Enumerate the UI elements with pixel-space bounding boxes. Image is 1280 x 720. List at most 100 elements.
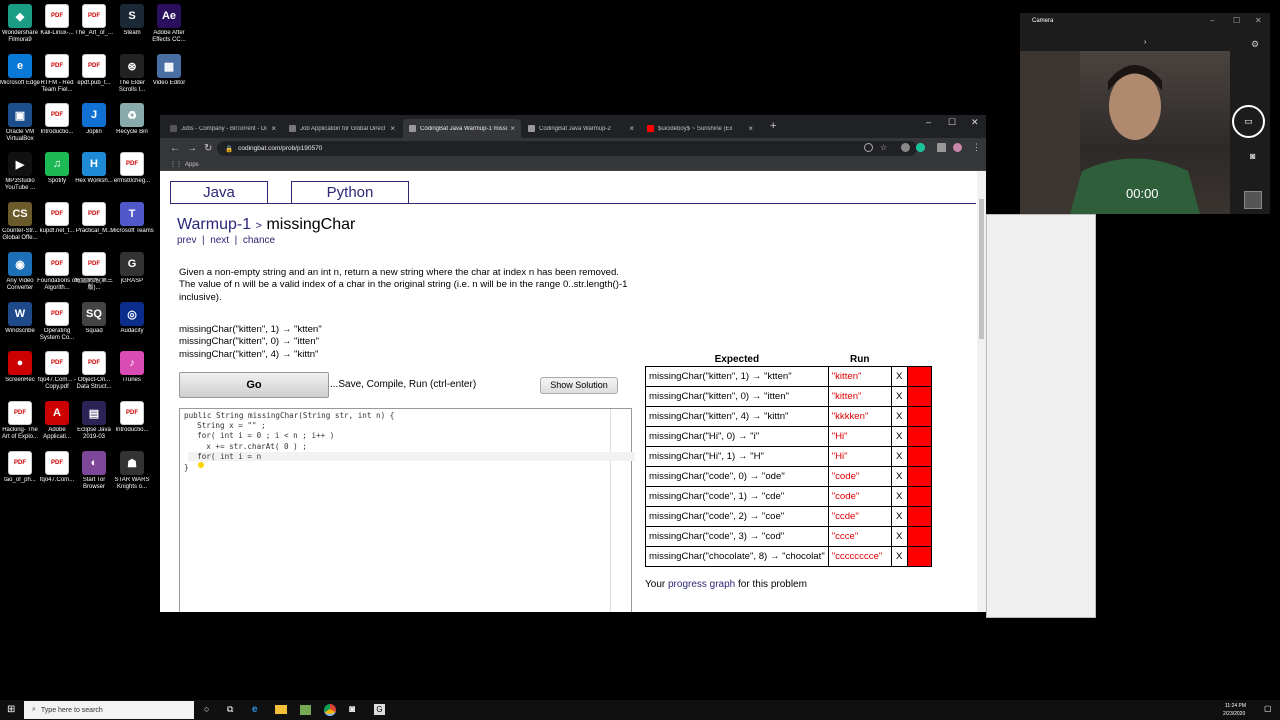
desktop-shortcut[interactable]: PDF Operating System Co...: [37, 302, 77, 342]
tab-close-icon[interactable]: ×: [271, 124, 276, 133]
tab-close-icon[interactable]: ×: [510, 124, 515, 133]
file-explorer-icon[interactable]: [275, 705, 287, 714]
next-link[interactable]: next: [210, 235, 229, 246]
desktop-shortcut[interactable]: PDF 電腦網路(第三版)...: [74, 252, 114, 292]
desktop-shortcut[interactable]: ▣ Oracle VM VirtualBox: [0, 103, 40, 143]
desktop-shortcut[interactable]: ◎ Audacity: [112, 302, 152, 335]
back-icon[interactable]: ←: [170, 143, 180, 154]
desktop-shortcut[interactable]: PDF The_Art_of_...: [74, 4, 114, 37]
desktop-shortcut[interactable]: PDF Foundations of Algorith...: [37, 252, 77, 292]
browser-tab[interactable]: CodingBat Java Warmup-1 missi ×: [403, 119, 521, 138]
thumbnail-preview[interactable]: [1244, 191, 1262, 209]
desktop-shortcut[interactable]: Ae Adobe After Effects CC...: [149, 4, 189, 44]
desktop-shortcut[interactable]: ⊛ The Elder Scrolls I...: [112, 54, 152, 94]
jgrasp-taskbar-icon[interactable]: G: [374, 704, 385, 715]
notification-icon[interactable]: ▢: [1264, 704, 1272, 713]
camera-minimize-button[interactable]: –: [1210, 16, 1214, 25]
scrollbar-thumb[interactable]: [979, 199, 984, 339]
clock-date[interactable]: 2/23/2020: [1223, 711, 1245, 717]
desktop-shortcut[interactable]: PDF Object-Ori... Data Struct...: [74, 351, 114, 391]
desktop-shortcut[interactable]: W Windscribe: [0, 302, 40, 335]
desktop-shortcut[interactable]: PDF RTFM - Red Team Fiel...: [37, 54, 77, 94]
desktop-shortcut[interactable]: ◐ Start Tor Browser: [74, 451, 114, 491]
settings-icon[interactable]: ⚙: [1251, 39, 1259, 50]
screenrec-taskbar-icon[interactable]: ◙: [349, 704, 355, 715]
desktop-shortcut[interactable]: PDF Practical_M...: [74, 202, 114, 235]
desktop-shortcut[interactable]: A Adobe Applicati...: [37, 401, 77, 441]
chance-link[interactable]: chance: [243, 235, 275, 246]
new-tab-button[interactable]: +: [770, 120, 776, 132]
desktop-shortcut[interactable]: PDF Kali-Linux-...: [37, 4, 77, 37]
desktop-shortcut[interactable]: CS Counter-Str... Global Offe...: [0, 202, 40, 242]
desktop-shortcut[interactable]: PDF Hacking- The Art of Explo...: [0, 401, 40, 441]
breadcrumb-section-link[interactable]: Warmup-1: [177, 216, 251, 233]
browser-tab[interactable]: CodingBat Java Warmup-2 ×: [522, 119, 640, 138]
desktop-shortcut[interactable]: PDF ermst0cheg...: [112, 152, 152, 185]
page-scrollbar[interactable]: [977, 171, 986, 612]
menu-icon[interactable]: ⋮: [972, 142, 981, 153]
reload-icon[interactable]: ↻: [204, 143, 212, 154]
desktop-shortcut[interactable]: T Microsoft Teams: [110, 202, 154, 235]
tab-java[interactable]: Java: [170, 181, 268, 204]
progress-graph-link[interactable]: progress graph: [668, 579, 735, 590]
desktop-shortcut[interactable]: ♫ Spotify: [37, 152, 77, 185]
tab-close-icon[interactable]: ×: [629, 124, 634, 133]
browser-tab[interactable]: Job Application for Global Direct ×: [283, 119, 401, 138]
desktop-shortcut[interactable]: PDF Introductio...: [112, 401, 152, 434]
desktop-shortcut[interactable]: GjGRASP: [112, 252, 152, 285]
desktop-shortcut[interactable]: H Hex Worksh...: [74, 152, 114, 185]
show-solution-button[interactable]: Show Solution: [540, 377, 618, 394]
apps-grid-icon[interactable]: ⋮⋮: [170, 161, 182, 168]
desktop-shortcut[interactable]: ◉ Any Video Converter: [0, 252, 40, 292]
taskbar-search[interactable]: ⌕ Type here to search: [24, 701, 194, 719]
desktop-shortcut[interactable]: e Microsoft Edge: [0, 54, 40, 87]
windows-start-icon[interactable]: ⊞: [7, 704, 15, 715]
desktop-shortcut[interactable]: ● ScreenRec: [0, 351, 40, 384]
edge-taskbar-icon[interactable]: e: [252, 704, 258, 715]
clock-time[interactable]: 11:24 PM: [1225, 703, 1246, 709]
desktop-shortcut[interactable]: PDF Introductio...: [37, 103, 77, 136]
minimize-button[interactable]: –: [926, 117, 931, 127]
camera-close-button[interactable]: ✕: [1255, 16, 1262, 25]
profile-icon[interactable]: [953, 143, 962, 152]
apps-bookmark[interactable]: Apps: [185, 162, 199, 168]
forward-icon[interactable]: →: [187, 143, 197, 154]
expand-icon[interactable]: ›: [1144, 39, 1146, 46]
desktop-shortcut[interactable]: PDF tao_of_ph...: [0, 451, 40, 484]
desktop-shortcut[interactable]: ♻ Recycle Bin: [112, 103, 152, 136]
desktop-shortcut[interactable]: J Joplin: [74, 103, 114, 136]
star-icon[interactable]: ☆: [880, 143, 889, 152]
cortana-icon[interactable]: ○: [204, 704, 209, 714]
grammarly-icon[interactable]: [916, 143, 925, 152]
camera-maximize-button[interactable]: ☐: [1233, 16, 1240, 25]
desktop-shortcut[interactable]: PDF kupdf.net_t...: [37, 202, 77, 235]
extension-icon[interactable]: [901, 143, 910, 152]
chrome-taskbar-icon[interactable]: [324, 704, 336, 716]
go-button[interactable]: Go: [179, 372, 329, 398]
desktop-shortcut[interactable]: ♪ iTunes: [112, 351, 152, 384]
maximize-button[interactable]: ☐: [948, 117, 956, 128]
browser-tab[interactable]: Jobs - Company - BitTorrent - Di ×: [164, 119, 282, 138]
tab-python[interactable]: Python: [291, 181, 409, 204]
desktop-shortcut[interactable]: PDF epdf.pub_t...: [74, 54, 114, 87]
desktop-shortcut[interactable]: ◆ Wondershare Filmora9: [0, 4, 40, 44]
video-editor-taskbar-icon[interactable]: [300, 705, 311, 715]
desktop-shortcut[interactable]: ☗ STAR WARS Knights o...: [112, 451, 152, 491]
desktop-shortcut[interactable]: SQ Squad: [74, 302, 114, 335]
address-bar[interactable]: 🔒 codingbat.com/prob/p190570: [217, 141, 917, 156]
prev-link[interactable]: prev: [177, 235, 196, 246]
desktop-shortcut[interactable]: ▶ MP3Studio YouTube ...: [0, 152, 40, 192]
close-window-button[interactable]: ✕: [971, 117, 979, 128]
desktop-shortcut[interactable]: PDF fqo47.Com...: [37, 451, 77, 484]
media-icon[interactable]: [937, 143, 946, 152]
desktop-shortcut[interactable]: S Steam: [112, 4, 152, 37]
code-editor[interactable]: public String missingChar(String str, in…: [179, 408, 635, 612]
desktop-shortcut[interactable]: PDF fqo47.Com... - Copy.pdf: [37, 351, 77, 391]
tab-close-icon[interactable]: ×: [390, 124, 395, 133]
browser-tab[interactable]: $uicideboy$ ~ Sunshine (Ex ×: [641, 119, 759, 138]
desktop-shortcut[interactable]: ▤ Eclipse Java 2019-03: [74, 401, 114, 441]
photo-camera-icon[interactable]: ◙: [1250, 151, 1255, 161]
record-video-button[interactable]: ▭: [1232, 105, 1265, 138]
zoom-icon[interactable]: [864, 143, 873, 152]
task-view-icon[interactable]: ⧉: [227, 704, 233, 715]
